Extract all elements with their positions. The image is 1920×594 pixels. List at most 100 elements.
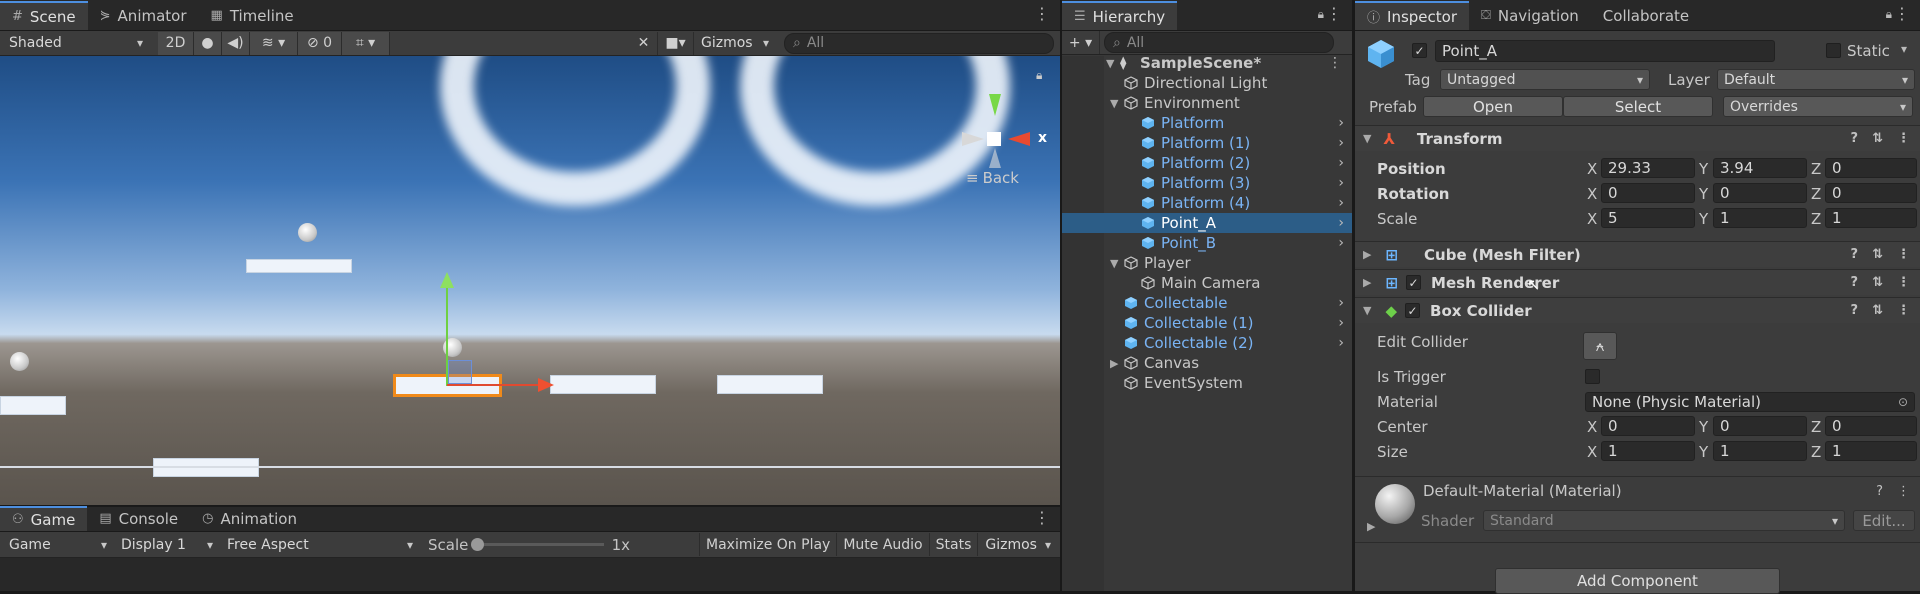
hierarchy-item[interactable]: Point_B › [1062, 233, 1352, 253]
chevron-right-icon[interactable]: › [1338, 155, 1344, 171]
axis-y-label[interactable]: Y [1699, 210, 1708, 228]
expand-arrow-icon[interactable]: ▼ [1110, 257, 1124, 270]
axis-y-label[interactable]: Y [1699, 443, 1708, 461]
shader-dropdown[interactable]: Standard [1483, 510, 1845, 531]
axis-z-label[interactable]: Z [1811, 160, 1821, 178]
more-icon[interactable]: ⋮ [1034, 510, 1050, 526]
axis-z-label[interactable]: Z [1811, 210, 1821, 228]
gizmo-plane-handle[interactable] [448, 360, 472, 384]
collectable-sphere[interactable] [298, 223, 317, 242]
object-picker-icon[interactable]: ⊙ [1898, 395, 1908, 409]
x-value-input[interactable]: 0 [1601, 416, 1695, 436]
hierarchy-search-input[interactable]: ⌕ All [1104, 32, 1334, 53]
more-icon[interactable]: ⋮ [1894, 6, 1910, 22]
axis-x-label[interactable]: X [1587, 418, 1597, 436]
x-value-input[interactable]: 29.33 [1601, 158, 1695, 178]
physic-material-field[interactable]: None (Physic Material) ⊙ [1585, 392, 1915, 412]
back-button[interactable]: ≡ Back [966, 169, 1019, 187]
static-dropdown-icon[interactable]: ▾ [1901, 42, 1907, 56]
maximize-on-play-toggle[interactable]: Maximize On Play [699, 533, 838, 556]
platform-object[interactable] [550, 375, 656, 394]
chevron-right-icon[interactable]: › [1338, 115, 1344, 131]
gizmo-y-arrow-icon[interactable] [440, 272, 454, 288]
more-icon[interactable]: ⋮ [1897, 484, 1910, 499]
collapse-arrow-icon[interactable]: ▶ [1363, 248, 1371, 261]
more-icon[interactable]: ⋮ [1897, 303, 1910, 318]
create-button[interactable]: + ▾ [1062, 31, 1100, 54]
hierarchy-item[interactable]: Platform (2) › [1062, 153, 1352, 173]
layer-dropdown[interactable]: Default [1717, 69, 1915, 90]
camera-button[interactable]: ■▾ [658, 31, 694, 55]
chevron-right-icon[interactable]: › [1338, 235, 1344, 251]
tag-dropdown[interactable]: Untagged [1440, 69, 1650, 90]
hierarchy-item[interactable]: Directional Light [1062, 73, 1352, 93]
help-icon[interactable]: ? [1851, 131, 1859, 146]
orientation-gizmo[interactable]: x [962, 94, 1047, 168]
stats-toggle[interactable]: Stats [929, 533, 979, 556]
add-component-button[interactable]: Add Component [1495, 568, 1780, 594]
mesh-renderer-enabled-checkbox[interactable]: ✓ [1406, 275, 1422, 290]
help-icon[interactable]: ? [1851, 275, 1859, 290]
hierarchy-item[interactable]: Platform (3) › [1062, 173, 1352, 193]
y-value-input[interactable]: 1 [1713, 208, 1807, 228]
help-icon[interactable]: ? [1851, 303, 1859, 318]
tools-button[interactable]: ✕ [630, 31, 658, 55]
axis-z-label[interactable]: Z [1811, 418, 1821, 436]
lock-icon[interactable]: 🔒︎ [1318, 7, 1324, 22]
hierarchy-item[interactable]: Main Camera [1062, 273, 1352, 293]
shading-mode-dropdown[interactable]: Shaded [2, 32, 150, 54]
expand-arrow-icon[interactable]: ▼ [1106, 57, 1120, 70]
hidden-objects-toggle[interactable]: ⊘ 0 [298, 31, 342, 55]
help-icon[interactable]: ? [1876, 484, 1883, 499]
orientation-y-cone-icon[interactable] [989, 94, 1001, 116]
orientation-center-cube[interactable] [987, 132, 1001, 146]
more-icon[interactable]: ⋮ [1897, 247, 1910, 262]
mesh-renderer-header[interactable]: ▶ ⊞ ✓ Mesh Renderer ? ⇅ ⋮ [1355, 269, 1920, 295]
gizmo-x-axis[interactable] [447, 384, 539, 386]
lighting-toggle[interactable]: ● [194, 31, 222, 55]
game-view-dropdown[interactable]: Game [2, 534, 114, 555]
hierarchy-item[interactable]: Platform › [1062, 113, 1352, 133]
chevron-right-icon[interactable]: › [1338, 195, 1344, 211]
tab-navigation[interactable]: ⛋ Navigation [1469, 1, 1591, 30]
gizmo-x-arrow-icon[interactable] [538, 378, 554, 392]
grid-snap-toggle[interactable]: ⌗ ▾ [342, 31, 390, 55]
axis-y-label[interactable]: Y [1699, 185, 1708, 203]
hierarchy-item[interactable]: Collectable › [1062, 293, 1352, 313]
chevron-right-icon[interactable]: › [1338, 315, 1344, 331]
is-trigger-checkbox[interactable] [1585, 369, 1600, 384]
transform-header[interactable]: ▼ ⅄ Transform ? ⇅ ⋮ [1355, 125, 1920, 151]
scale-slider-track[interactable] [471, 538, 604, 551]
y-value-input[interactable]: 1 [1713, 441, 1807, 461]
prefab-overrides-dropdown[interactable]: Overrides [1723, 96, 1913, 117]
hierarchy-item[interactable]: Platform (1) › [1062, 133, 1352, 153]
platform-object[interactable] [717, 375, 823, 394]
axis-x-label[interactable]: X [1587, 160, 1597, 178]
expand-arrow-icon[interactable]: ▼ [1363, 304, 1371, 317]
more-icon[interactable]: ⋮ [1034, 6, 1050, 22]
aspect-dropdown[interactable]: Free Aspect [220, 534, 420, 555]
presets-icon[interactable]: ⇅ [1872, 303, 1883, 318]
more-icon[interactable]: ⋮ [1897, 275, 1910, 290]
effects-toggle[interactable]: ≋ ▾ [250, 31, 298, 55]
z-value-input[interactable]: 0 [1825, 183, 1917, 203]
scale-slider[interactable]: Scale 1x [420, 536, 630, 554]
toggle-2d-button[interactable]: 2D [158, 31, 194, 55]
scale-slider-thumb[interactable] [471, 538, 485, 551]
shader-edit-button[interactable]: Edit... [1853, 510, 1915, 531]
tab-collaborate[interactable]: Collaborate [1591, 1, 1701, 30]
presets-icon[interactable]: ⇅ [1872, 131, 1883, 146]
tab-scene[interactable]: # Scene [0, 1, 88, 30]
y-value-input[interactable]: 0 [1713, 183, 1807, 203]
chevron-right-icon[interactable]: › [1338, 295, 1344, 311]
gizmos-dropdown[interactable]: Gizmos [694, 32, 776, 54]
axis-x-label[interactable]: X [1587, 210, 1597, 228]
collapse-arrow-icon[interactable]: ▶ [1363, 276, 1371, 289]
platform-object[interactable] [0, 396, 66, 415]
expand-arrow-icon[interactable]: ▼ [1110, 97, 1124, 110]
hierarchy-item[interactable]: ▼ Player [1062, 253, 1352, 273]
scene-search-input[interactable]: ⌕ All [784, 32, 1054, 54]
hierarchy-item[interactable]: ▼ ⧫ SampleScene* ⋮ [1062, 53, 1352, 73]
axis-x-label[interactable]: X [1587, 185, 1597, 203]
game-gizmos-dropdown[interactable]: Gizmos [978, 534, 1058, 555]
